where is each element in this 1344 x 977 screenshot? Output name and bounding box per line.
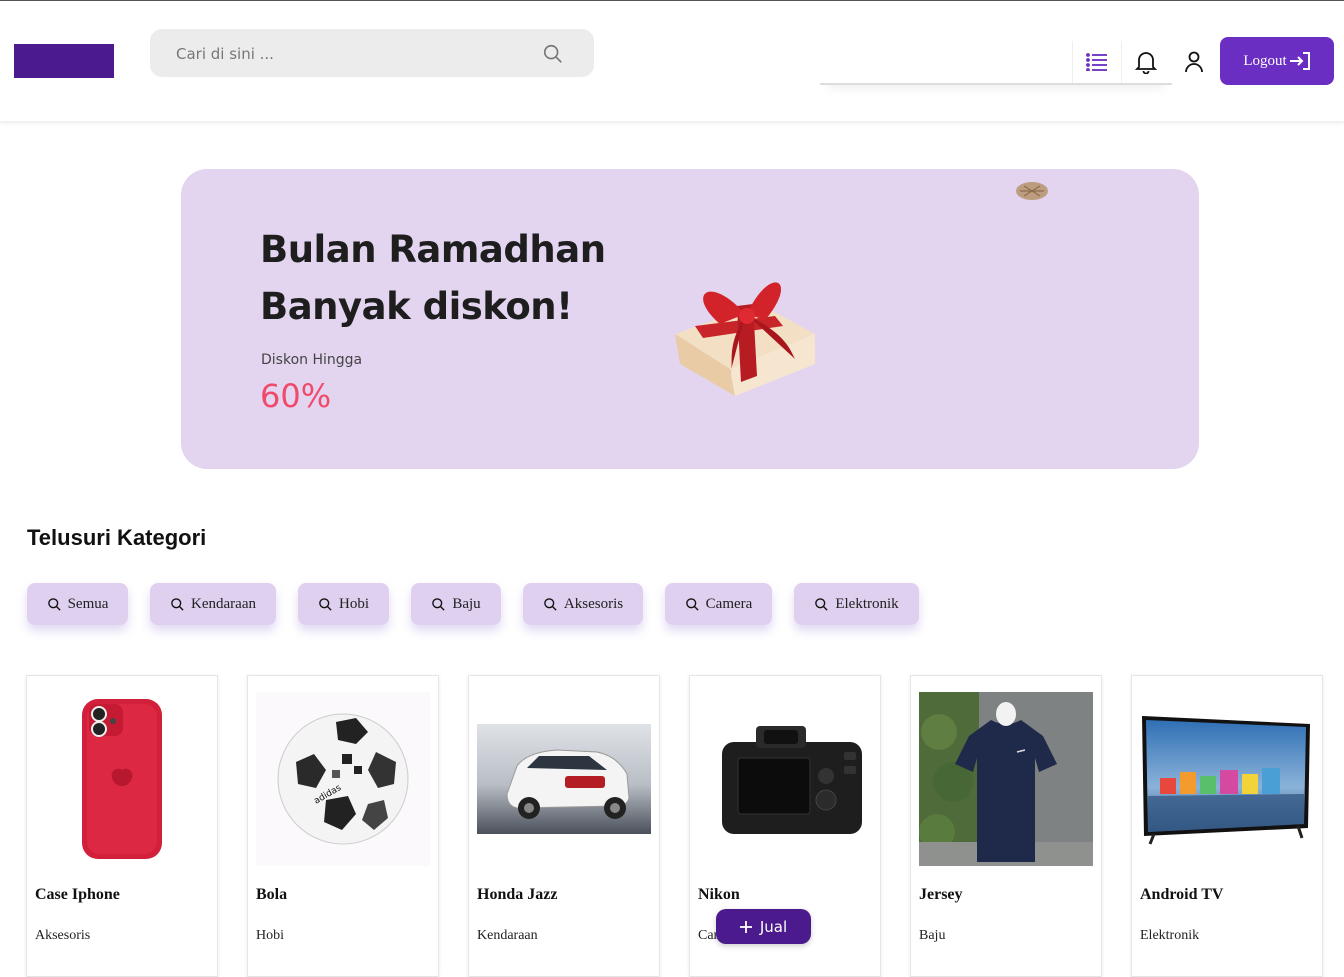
- logout-label: Logout: [1243, 52, 1287, 69]
- product-image: [1140, 692, 1314, 866]
- jersey-image: [919, 692, 1093, 866]
- search-icon: [319, 597, 332, 611]
- category-chip-hobi[interactable]: Hobi: [298, 583, 389, 625]
- product-name: Jersey: [919, 886, 963, 903]
- product-card[interactable]: adidas Bola Hobi: [247, 675, 439, 977]
- television-image: [1142, 716, 1310, 845]
- category-chip-label: Semua: [67, 595, 109, 612]
- product-image: [35, 692, 209, 866]
- product-category: Elektronik: [1140, 928, 1200, 943]
- promo-banner[interactable]: Bulan Ramadhan Banyak diskon! Diskon Hin…: [181, 169, 1199, 469]
- top-navbar: Logout: [0, 1, 1344, 121]
- category-chip-elektronik[interactable]: Elektronik: [794, 583, 919, 625]
- category-chip-label: Aksesoris: [563, 595, 624, 612]
- search-input[interactable]: [174, 29, 518, 79]
- logout-button[interactable]: Logout: [1220, 37, 1334, 85]
- product-image: [698, 692, 872, 866]
- category-chip-kendaraan[interactable]: Kendaraan: [150, 583, 276, 625]
- category-chip-label: Baju: [452, 595, 481, 612]
- product-category: Kendaraan: [477, 928, 538, 943]
- banner-discount: 60%: [260, 377, 332, 415]
- banner-subtitle: Diskon Hingga: [261, 352, 363, 368]
- plus-icon: [739, 920, 752, 933]
- soccer-ball-image: adidas: [256, 692, 430, 866]
- search-icon: [171, 597, 184, 611]
- gift-box-illustration: [675, 282, 815, 396]
- notification-button[interactable]: [1122, 41, 1170, 83]
- search-icon: [815, 597, 828, 611]
- product-category: Baju: [919, 928, 946, 943]
- category-section-title: Telusuri Kategori: [27, 525, 207, 550]
- product-image: adidas: [256, 692, 430, 866]
- search-icon: [685, 597, 699, 611]
- product-category: Aksesoris: [35, 928, 91, 943]
- search-bar: [150, 29, 594, 79]
- lantern-ornament-icon: [1016, 182, 1048, 200]
- product-image: [919, 692, 1093, 866]
- sell-button-label: Jual: [759, 917, 788, 936]
- category-chip-aksesoris[interactable]: Aksesoris: [523, 583, 643, 625]
- search-icon[interactable]: [542, 43, 564, 65]
- category-chip-baju[interactable]: Baju: [411, 583, 501, 625]
- product-name: Honda Jazz: [477, 886, 558, 903]
- product-name: Case Iphone: [35, 886, 120, 903]
- category-chip-label: Elektronik: [835, 595, 899, 612]
- menu-button[interactable]: [1072, 41, 1122, 83]
- bell-icon: [1135, 52, 1157, 74]
- camera-image: [722, 726, 862, 834]
- product-image: [477, 692, 651, 866]
- category-chip-camera[interactable]: Camera: [665, 583, 772, 625]
- search-icon: [432, 597, 445, 611]
- phone-case-image: [82, 699, 162, 859]
- profile-button[interactable]: [1170, 41, 1218, 83]
- list-icon: [1086, 53, 1107, 71]
- user-icon: [1185, 51, 1203, 73]
- product-name: Android TV: [1140, 886, 1224, 903]
- category-chip-label: Hobi: [339, 595, 369, 612]
- category-chip-label: Camera: [705, 595, 753, 612]
- search-icon: [47, 597, 61, 611]
- product-name: Nikon: [698, 886, 740, 903]
- product-category: Hobi: [256, 928, 284, 943]
- sell-button[interactable]: Jual: [716, 909, 811, 944]
- product-card[interactable]: Case Iphone Aksesoris: [26, 675, 218, 977]
- category-chip-label: Kendaraan: [191, 595, 256, 612]
- search-icon: [544, 597, 557, 611]
- sign-in-arrow-icon: [1289, 52, 1310, 70]
- product-name: Bola: [256, 886, 288, 903]
- brand-logo[interactable]: [14, 44, 114, 78]
- product-card[interactable]: Android TV Elektronik: [1131, 675, 1323, 977]
- car-image: [477, 724, 651, 834]
- product-card[interactable]: Honda Jazz Kendaraan: [468, 675, 660, 977]
- product-card[interactable]: Jersey Baju: [910, 675, 1102, 977]
- category-chip-semua[interactable]: Semua: [27, 583, 128, 625]
